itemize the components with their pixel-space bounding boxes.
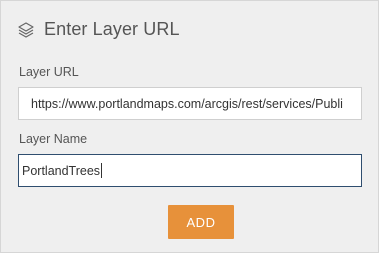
layers-icon	[17, 21, 35, 39]
panel-header: Enter Layer URL	[17, 19, 180, 40]
layer-url-label: Layer URL	[19, 65, 79, 79]
panel-title: Enter Layer URL	[44, 19, 180, 39]
text-cursor	[101, 163, 103, 178]
add-button[interactable]: ADD	[168, 205, 234, 239]
layer-name-value: PortlandTrees	[22, 163, 101, 178]
add-button-label: ADD	[186, 214, 216, 230]
layer-url-value: https://www.portlandmaps.com/arcgis/rest…	[31, 96, 343, 111]
enter-layer-url-panel: Enter Layer URL Layer URL https://www.po…	[0, 0, 379, 253]
layer-name-label: Layer Name	[19, 132, 88, 146]
layer-name-input[interactable]: PortlandTrees	[18, 154, 362, 187]
layer-url-input[interactable]: https://www.portlandmaps.com/arcgis/rest…	[18, 87, 362, 120]
